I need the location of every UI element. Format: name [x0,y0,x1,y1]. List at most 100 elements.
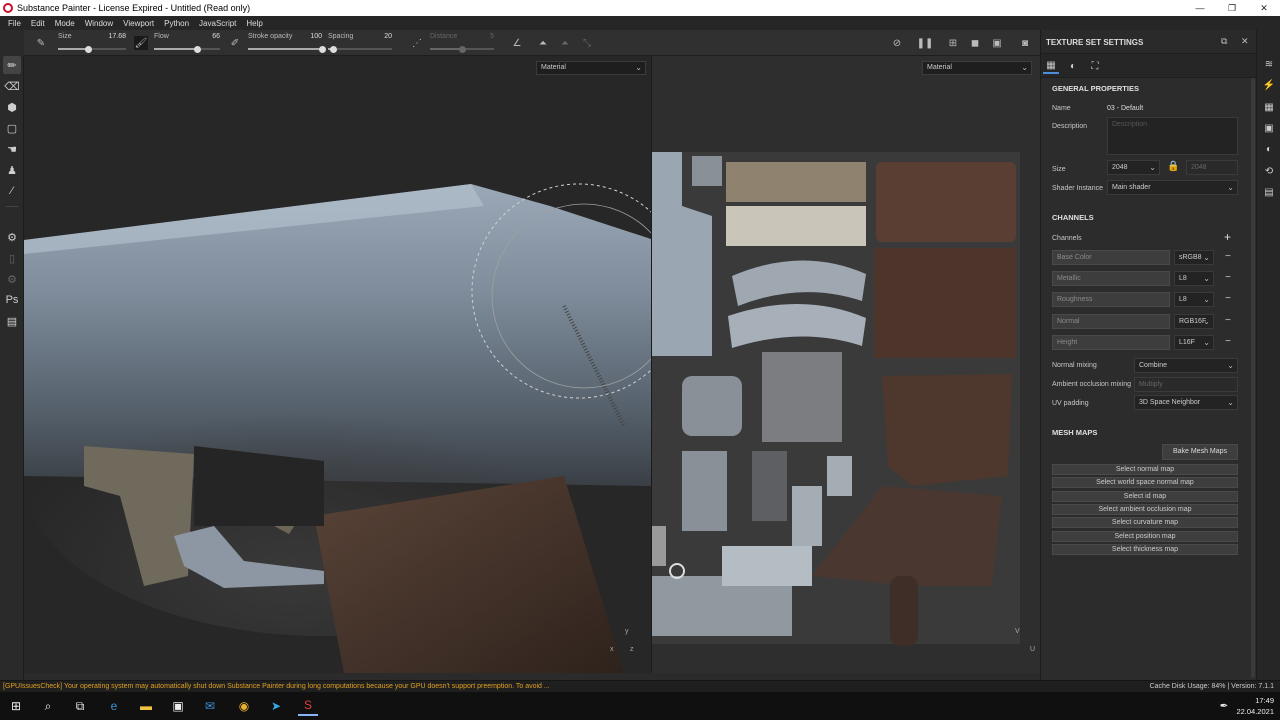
select-id-map-button[interactable]: Select id map [1052,491,1238,502]
spacing-slider[interactable]: Spacing 20 [328,32,392,54]
distance-slider[interactable]: Distance 5 [430,32,494,54]
mail-icon[interactable]: ✉ [200,696,220,716]
clone-tool-icon[interactable]: ♟ [3,161,21,179]
select-ambient-occlusion-map-button[interactable]: Select ambient occlusion map [1052,504,1238,515]
gpu-warning-message[interactable]: [GPUIssuesCheck] Your operating system m… [3,683,550,690]
paint-brush-tool-icon[interactable]: ✏ [3,56,21,74]
layers-icon[interactable]: ≋ [1262,57,1276,71]
channel-metallic[interactable]: Metallic [1052,271,1170,286]
shader-instance-select[interactable]: Main shader ⌄ [1107,180,1238,195]
flow-value[interactable]: 66 [212,33,220,40]
channel-base-color[interactable]: Base Color [1052,250,1170,265]
symmetry-icon[interactable]: ⏶ [536,36,550,50]
remove-channel-icon[interactable]: − [1225,293,1231,304]
camera-off-icon[interactable]: ⊘ [890,36,904,50]
windows-start-icon[interactable]: ⊞ [6,696,26,716]
menu-window[interactable]: Window [80,19,118,28]
select-world-space-normal-map-button[interactable]: Select world space normal map [1052,477,1238,488]
2d-view-icon[interactable]: ▣ [990,36,1004,50]
menu-help[interactable]: Help [241,19,267,28]
lazy-mouse-toggle-icon[interactable]: ⋰ [410,36,424,50]
edge-browser-icon[interactable]: e [104,696,124,716]
minimize-button[interactable]: — [1184,0,1216,16]
store-icon[interactable]: ▣ [168,696,188,716]
menu-file[interactable]: File [3,19,26,28]
properties-brush-icon[interactable]: ⚡ [1262,78,1276,92]
tab-display-settings-icon[interactable]: ◐ [1065,58,1081,74]
brush-preset-icon[interactable]: 🖌 [134,36,148,50]
maximize-button[interactable]: ❐ [1216,0,1248,16]
size-knob[interactable] [85,46,93,53]
geometry-mask-tool-icon[interactable]: ▢ [3,119,21,137]
add-channel-button[interactable]: + [1224,230,1231,244]
bake-mesh-maps-button[interactable]: Bake Mesh Maps [1162,444,1238,460]
name-value[interactable]: 03 - Default [1107,105,1143,112]
lock-icon[interactable]: 🔒 [1167,161,1179,172]
channel-base-color-format[interactable]: sRGB8 ⌄ [1174,250,1214,265]
search-icon[interactable]: ⌕ [38,696,58,716]
menu-viewport[interactable]: Viewport [118,19,159,28]
settings-tool-icon[interactable]: ⚙ [3,270,21,288]
angle-icon[interactable]: ∠ [510,36,524,50]
symmetry-mirror-icon[interactable]: ⏶ [558,36,572,50]
size-value[interactable]: 17.68 [108,33,126,40]
stroke-opacity-value[interactable]: 100 [310,33,322,40]
size-slider[interactable]: Size 17.68 [58,32,126,54]
projection-tool-icon[interactable]: ⬢ [3,98,21,116]
flow-knob[interactable] [194,46,202,53]
flow-slider[interactable]: Flow 66 [154,32,220,54]
chrome-icon[interactable]: ◉ [234,696,254,716]
shader-settings-icon[interactable]: ◐ [1262,142,1276,156]
display-settings-icon[interactable]: ▣ [1262,121,1276,135]
menu-python[interactable]: Python [159,19,194,28]
task-view-icon[interactable]: ⧉ [70,696,90,716]
panel-undock-icon[interactable]: ⧉ [1221,36,1227,47]
select-normal-map-button[interactable]: Select normal map [1052,464,1238,475]
remove-channel-icon[interactable]: − [1225,315,1231,326]
flow-pen-icon[interactable]: ✐ [228,36,242,50]
pause-render-icon[interactable]: ❚❚ [917,36,934,50]
viewport-2d-uv[interactable]: Material ⌄ V U [652,56,1040,673]
lazy-mouse-icon[interactable]: ✎ [34,36,48,50]
uv-texture-layout[interactable] [652,56,1040,673]
substance-painter-taskbar-icon[interactable]: S [298,696,318,716]
remove-channel-icon[interactable]: − [1225,336,1231,347]
panel-scrollbar[interactable] [1251,78,1255,678]
stroke-opacity-slider[interactable]: Stroke opacity 100 [248,32,326,54]
3d-view-icon[interactable]: ◼ [968,36,982,50]
distance-value[interactable]: 5 [490,33,494,40]
channel-roughness-format[interactable]: L8 ⌄ [1174,292,1214,307]
smudge-tool-icon[interactable]: ☚ [3,140,21,158]
tab-viewer-settings-icon[interactable]: ⛶ [1087,58,1103,74]
3d-model-render[interactable] [24,56,651,673]
color-picker-tool-icon[interactable]: ⁄ [3,182,21,200]
photoshop-export-icon[interactable]: Ps [3,291,21,309]
menu-edit[interactable]: Edit [26,19,50,28]
select-curvature-map-button[interactable]: Select curvature map [1052,517,1238,528]
select-thickness-map-button[interactable]: Select thickness map [1052,544,1238,555]
menu-javascript[interactable]: JavaScript [194,19,241,28]
panel-close-icon[interactable]: ✕ [1241,36,1249,47]
channel-height[interactable]: Height [1052,335,1170,350]
screenshot-camera-icon[interactable]: ◙ [1018,36,1032,50]
channel-height-format[interactable]: L16F ⌄ [1174,335,1214,350]
symmetry-settings-icon[interactable]: ⤡ [580,36,594,50]
eraser-tool-icon[interactable]: ⌫ [3,77,21,95]
telegram-icon[interactable]: ➤ [266,696,286,716]
close-button[interactable]: ✕ [1248,0,1280,16]
log-icon[interactable]: ▤ [1262,185,1276,199]
system-clock[interactable]: 17:49 22.04.2021 [1236,695,1274,717]
normal-mixing-select[interactable]: Combine ⌄ [1134,358,1238,373]
bake-tool-icon[interactable]: ⚙ [3,228,21,246]
distance-knob[interactable] [458,46,466,53]
spacing-value[interactable]: 20 [384,33,392,40]
pen-workspace-icon[interactable]: ✒ [1214,696,1234,716]
channel-roughness[interactable]: Roughness [1052,292,1170,307]
script-tool-icon[interactable]: ▤ [3,312,21,330]
tab-texture-set-settings-icon[interactable]: ▦ [1043,58,1059,74]
select-position-map-button[interactable]: Select position map [1052,531,1238,542]
size-select[interactable]: 2048 ⌄ [1107,160,1160,175]
viewport-3d[interactable]: Material ⌄ y x z [24,56,651,673]
history-icon[interactable]: ⟲ [1262,164,1276,178]
viewport-2d-mode-select[interactable]: Material ⌄ [922,61,1032,75]
